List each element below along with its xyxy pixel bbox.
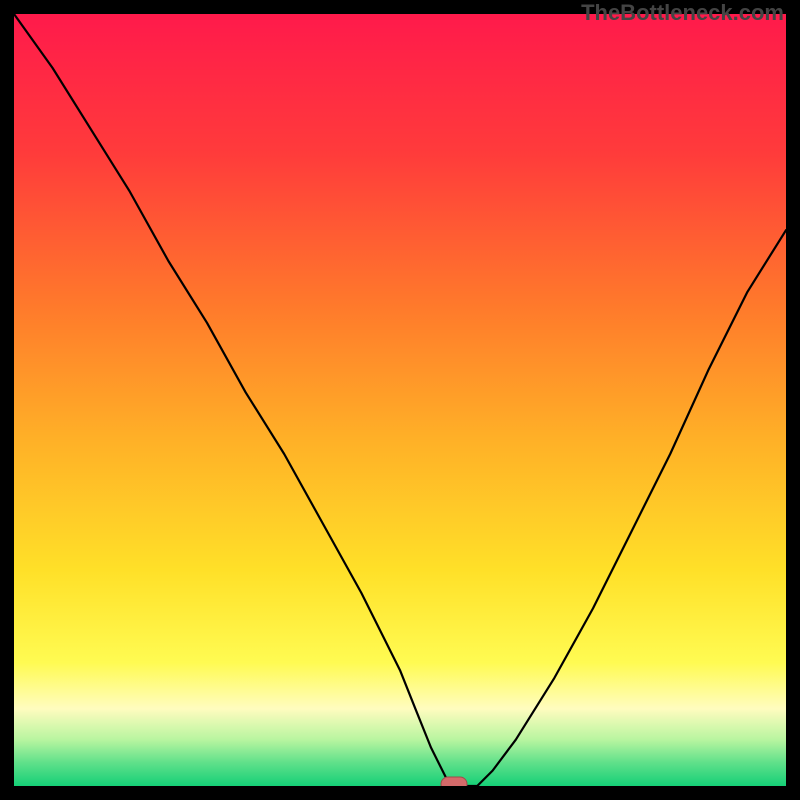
chart-svg [14,14,786,786]
chart-frame: TheBottleneck.com [0,0,800,800]
optimal-marker [441,777,467,786]
plot-area [14,14,786,786]
watermark-text: TheBottleneck.com [581,0,784,26]
